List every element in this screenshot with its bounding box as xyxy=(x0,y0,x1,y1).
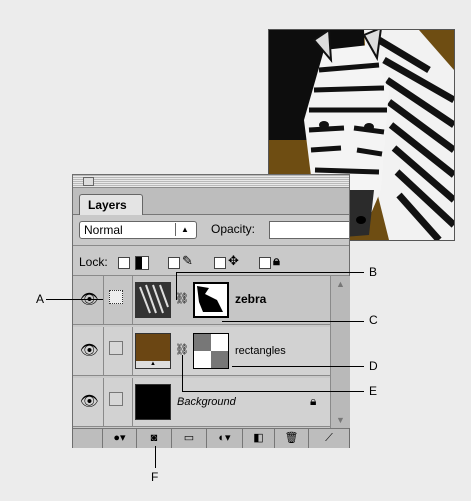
resize-grip-icon[interactable]: ⟋ xyxy=(309,429,349,448)
divider xyxy=(73,245,349,246)
eye-icon: 👁︎ xyxy=(80,393,100,410)
callout-line-b xyxy=(176,272,364,273)
footer-spacer xyxy=(73,429,103,448)
callout-e: E xyxy=(369,384,378,398)
move-icon: ✥ xyxy=(228,253,239,268)
close-box-icon[interactable] xyxy=(83,177,94,186)
callout-line-a xyxy=(46,299,103,300)
lock-transparency-checkbox[interactable] xyxy=(118,257,130,269)
visibility-toggle[interactable]: 👁︎ xyxy=(73,276,104,324)
rectangles-fill-thumbnail[interactable]: ▲ xyxy=(135,333,171,369)
callout-line-c xyxy=(222,321,364,322)
layer-mask-icon xyxy=(109,290,123,304)
lock-label: Lock: xyxy=(79,255,108,269)
callout-line-d xyxy=(232,366,364,367)
layer-row-rectangles[interactable]: 👁︎ ▲ ⛓ rectangles xyxy=(73,327,330,376)
blend-mode-select[interactable]: Normal ▲ xyxy=(79,221,197,239)
opacity-field[interactable] xyxy=(269,221,349,239)
zebra-layer-thumbnail[interactable] xyxy=(135,282,171,318)
eye-icon: 👁︎ xyxy=(80,342,100,359)
scroll-up-icon[interactable]: ▲ xyxy=(331,276,350,292)
layers-palette: Layers Normal ▲ Opacity: Lock: ✎ ✥ 🔒︎ 👁︎… xyxy=(72,174,350,448)
callout-f: F xyxy=(151,470,159,484)
adjustment-layer-icon[interactable]: ◐▾ xyxy=(207,429,243,448)
layer-row-background[interactable]: 👁︎ Background 🔒︎ xyxy=(73,378,330,427)
lock-image-checkbox[interactable] xyxy=(168,257,180,269)
layer-style-icon[interactable]: ●▾ xyxy=(103,429,137,448)
palette-footer: ●▾ ◙ ▭ ◐▾ ◧ 🗑︎ ⟋ xyxy=(73,428,349,448)
layer-name[interactable]: Background xyxy=(177,396,236,408)
chevron-updown-icon: ▲ xyxy=(175,223,194,236)
callout-c: C xyxy=(369,313,378,327)
new-layer-icon[interactable]: ◧ xyxy=(243,429,275,448)
transparency-icon xyxy=(135,256,149,270)
lock-icon: 🔒︎ xyxy=(310,394,317,408)
empty-mask-square xyxy=(109,341,123,355)
blend-mode-value: Normal xyxy=(84,223,123,237)
lock-icon: 🔒︎ xyxy=(273,253,280,268)
empty-mask-square xyxy=(109,392,123,406)
zebra-mask-thumbnail[interactable] xyxy=(193,282,229,318)
scrollbar[interactable]: ▲ ▼ xyxy=(330,276,350,428)
callout-line-e xyxy=(182,391,364,392)
visibility-toggle[interactable]: 👁︎ xyxy=(73,327,104,375)
link-chain-icon[interactable]: ⛓ xyxy=(175,292,189,305)
layer-name[interactable]: zebra xyxy=(235,292,266,306)
callout-a: A xyxy=(36,292,45,306)
layer-name[interactable]: rectangles xyxy=(235,345,286,357)
new-set-icon[interactable]: ▭ xyxy=(172,429,207,448)
fill-adjustment-icon: ▲ xyxy=(136,361,170,368)
tab-layers[interactable]: Layers xyxy=(79,194,143,215)
background-thumbnail[interactable] xyxy=(135,384,171,420)
layer-row-zebra[interactable]: 👁︎ ⛓ zebra xyxy=(73,276,330,325)
lock-all-checkbox[interactable] xyxy=(259,257,271,269)
mask-cell[interactable] xyxy=(104,327,133,375)
mask-cell[interactable] xyxy=(104,276,133,324)
trash-icon[interactable]: 🗑︎ xyxy=(275,429,309,448)
opacity-label: Opacity: xyxy=(211,222,256,236)
scroll-down-icon[interactable]: ▼ xyxy=(331,412,350,428)
visibility-toggle[interactable]: 👁︎ xyxy=(73,378,104,426)
rectangles-mask-thumbnail[interactable] xyxy=(193,333,229,369)
callout-d: D xyxy=(369,359,378,373)
palette-title-bar[interactable] xyxy=(73,175,349,188)
callout-line-f xyxy=(155,446,156,468)
callout-b: B xyxy=(369,265,378,279)
lock-position-checkbox[interactable] xyxy=(214,257,226,269)
mask-cell[interactable] xyxy=(104,378,133,426)
callout-line-b-vert xyxy=(176,272,177,300)
brush-icon: ✎ xyxy=(182,253,193,268)
callout-line-e-vert xyxy=(182,355,183,391)
